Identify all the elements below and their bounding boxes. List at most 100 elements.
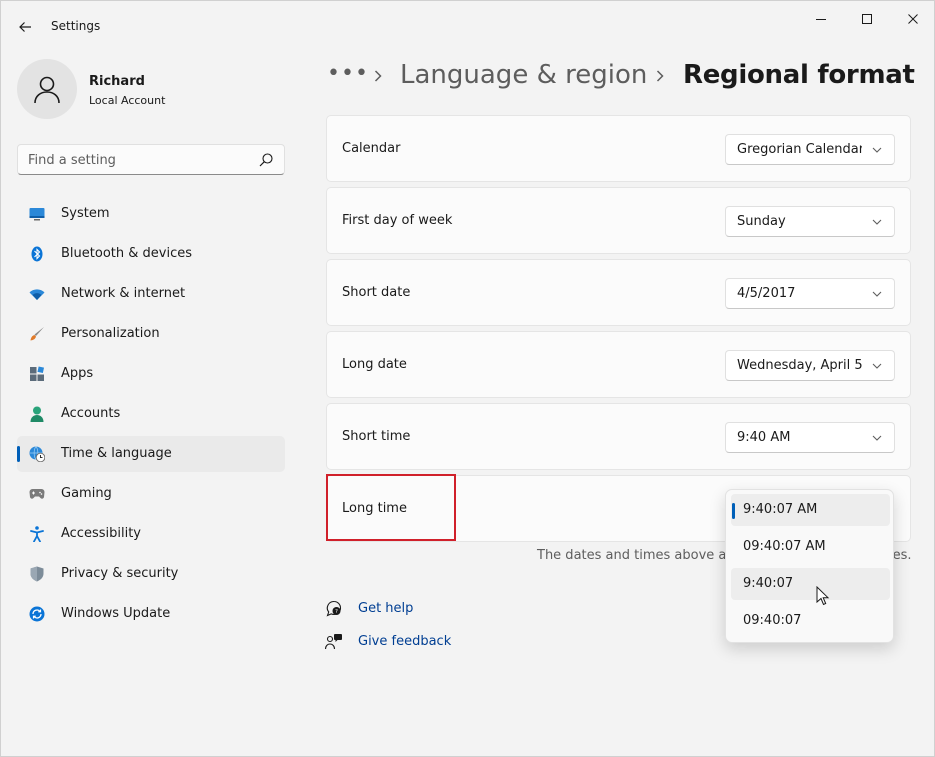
sidebar-item-time-language[interactable]: Time & language [17,436,285,472]
sidebar-nav: System Bluetooth & devices Network & int… [17,196,285,636]
dropdown-value: 4/5/2017 [737,286,796,301]
maximize-icon [862,14,872,24]
feedback-icon [325,634,342,650]
help-icon: ? [326,600,342,617]
sidebar-item-label: Network & internet [61,286,186,301]
back-button[interactable] [11,13,39,41]
user-profile[interactable]: Richard Local Account [17,59,287,121]
option-label: 9:40:07 [743,576,794,591]
highlight-box [326,474,456,541]
person-icon [34,76,60,104]
sidebar-item-apps[interactable]: Apps [17,356,285,392]
sidebar-item-label: Accessibility [61,526,141,541]
link-label[interactable]: Get help [358,601,413,616]
chevron-down-icon [872,435,882,441]
option-label: 9:40:07 AM [743,502,818,517]
long-time-option[interactable]: 09:40:07 AM [731,531,890,563]
close-icon [908,14,918,24]
setting-card-long-date: Long date Wednesday, April 5, 2017 [326,331,911,398]
sidebar-item-accessibility[interactable]: Accessibility [17,516,285,552]
link-label[interactable]: Give feedback [358,634,451,649]
setting-label: Short date [342,285,411,300]
app-title: Settings [51,19,101,33]
shield-icon [29,566,45,582]
globe-clock-icon [29,446,45,462]
account-type: Local Account [89,94,166,107]
avatar [17,59,77,119]
sidebar-item-windows-update[interactable]: Windows Update [17,596,285,632]
sidebar-item-label: Privacy & security [61,566,179,581]
system-icon [29,206,45,222]
sidebar-item-label: Personalization [61,326,160,341]
chevron-right-icon [656,70,664,82]
long-time-dropdown-flyout: 9:40:07 AM 09:40:07 AM 9:40:07 09:40:07 [725,489,894,643]
gamepad-icon [29,486,45,502]
sidebar-item-network[interactable]: Network & internet [17,276,285,312]
sidebar-item-accounts[interactable]: Accounts [17,396,285,432]
mouse-cursor-icon [816,586,830,606]
sidebar-item-label: Bluetooth & devices [61,246,192,261]
long-time-option[interactable]: 09:40:07 [731,605,890,637]
calendar-dropdown[interactable]: Gregorian Calendar [725,134,895,165]
settings-window: Settings Richard Local Account Find a se… [0,0,935,757]
search-input[interactable] [28,151,248,169]
update-icon [29,606,45,622]
brush-icon [29,326,45,342]
long-time-option[interactable]: 9:40:07 [731,568,890,600]
accessibility-icon [29,526,45,542]
dropdown-value: Gregorian Calendar [737,142,862,157]
sidebar-item-system[interactable]: System [17,196,285,232]
breadcrumb-overflow-button[interactable]: ••• [327,61,369,86]
sidebar-item-personalization[interactable]: Personalization [17,316,285,352]
chevron-right-icon [374,70,382,82]
sidebar-item-label: Time & language [61,446,172,461]
chevron-down-icon [872,219,882,225]
sidebar-item-privacy[interactable]: Privacy & security [17,556,285,592]
title-bar: Settings [1,1,935,49]
breadcrumb: ••• Language & region Regional format [327,59,927,99]
minimize-button[interactable] [798,5,844,33]
setting-label: Long date [342,357,407,372]
setting-card-short-time: Short time 9:40 AM [326,403,911,470]
sidebar-item-label: Gaming [61,486,112,501]
setting-label: Calendar [342,141,401,156]
user-name: Richard [89,74,145,89]
search-box[interactable] [17,144,285,175]
sidebar-item-gaming[interactable]: Gaming [17,476,285,512]
get-help-link[interactable]: ? Get help [325,599,525,619]
setting-card-short-date: Short date 4/5/2017 [326,259,911,326]
sidebar-item-label: Windows Update [61,606,171,621]
sidebar-item-label: System [61,206,110,221]
setting-label: Short time [342,429,411,444]
give-feedback-link[interactable]: Give feedback [325,632,525,652]
short-date-dropdown[interactable]: 4/5/2017 [725,278,895,309]
breadcrumb-language-region[interactable]: Language & region [400,60,647,90]
short-time-dropdown[interactable]: 9:40 AM [725,422,895,453]
dropdown-value: Sunday [737,214,786,229]
format-footnote: The dates and times above are [537,548,740,563]
dropdown-value: Wednesday, April 5, 2017 [737,358,862,373]
chevron-down-icon [872,147,882,153]
chevron-down-icon [872,291,882,297]
sidebar-item-label: Apps [61,366,94,381]
page-title: Regional format [683,60,915,90]
setting-card-first-day-of-week: First day of week Sunday [326,187,911,254]
long-date-dropdown[interactable]: Wednesday, April 5, 2017 [725,350,895,381]
bluetooth-icon [29,246,45,262]
dropdown-value: 9:40 AM [737,430,791,445]
minimize-icon [816,19,826,20]
option-label: 09:40:07 AM [743,539,826,554]
wifi-icon [29,286,45,302]
long-time-option[interactable]: 9:40:07 AM [731,494,890,526]
sidebar-item-bluetooth[interactable]: Bluetooth & devices [17,236,285,272]
chevron-down-icon [872,363,882,369]
close-button[interactable] [890,5,935,33]
search-icon[interactable] [258,152,274,168]
maximize-button[interactable] [844,5,890,33]
apps-icon [29,366,45,382]
first-day-of-week-dropdown[interactable]: Sunday [725,206,895,237]
setting-label: First day of week [342,213,453,228]
accounts-icon [29,406,45,422]
sidebar-item-label: Accounts [61,406,121,421]
back-arrow-icon [19,22,31,32]
